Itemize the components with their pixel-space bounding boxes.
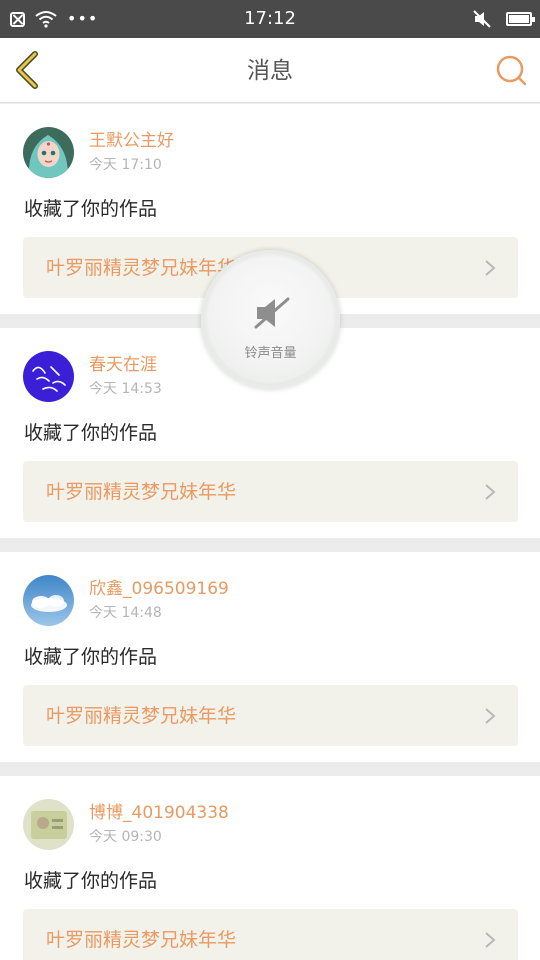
work-title: 叶罗丽精灵梦兄妹年华 xyxy=(46,705,237,727)
work-link[interactable]: 叶罗丽精灵梦兄妹年华 xyxy=(23,461,518,522)
status-time: 17:12 xyxy=(244,8,296,29)
username[interactable]: 春天在涯 xyxy=(89,355,157,375)
work-link[interactable]: 叶罗丽精灵梦兄妹年华 xyxy=(23,909,518,960)
action-text: 收藏了你的作品 xyxy=(24,870,158,892)
status-bar: ••• 17:12 xyxy=(0,0,540,38)
username[interactable]: 博博_401904338 xyxy=(89,803,229,823)
action-text: 收藏了你的作品 xyxy=(24,646,158,668)
work-title: 叶罗丽精灵梦兄妹年华 xyxy=(46,481,237,503)
timestamp: 今天 14:48 xyxy=(89,605,162,621)
avatar[interactable] xyxy=(23,351,74,402)
message-list: 王默公主好 今天 17:10 收藏了你的作品 叶罗丽精灵梦兄妹年华 春天在涯 今… xyxy=(0,104,540,960)
toast-label: 铃声音量 xyxy=(244,346,297,361)
timestamp: 今天 17:10 xyxy=(89,157,162,173)
search-icon xyxy=(496,55,527,86)
volume-toast: 铃声音量 xyxy=(201,250,340,389)
action-text: 收藏了你的作品 xyxy=(24,422,158,444)
speaker-muted-icon xyxy=(254,297,290,329)
timestamp: 今天 09:30 xyxy=(89,829,162,845)
page-title: 消息 xyxy=(247,58,293,84)
battery-icon xyxy=(506,12,535,26)
chevron-right-icon xyxy=(485,708,496,724)
work-title: 叶罗丽精灵梦兄妹年华 xyxy=(46,929,237,951)
work-title: 叶罗丽精灵梦兄妹年华 xyxy=(46,257,237,279)
timestamp: 今天 14:53 xyxy=(89,381,162,397)
chevron-right-icon xyxy=(485,484,496,500)
nav-bar: 消息 xyxy=(0,38,540,103)
username[interactable]: 欣鑫_096509169 xyxy=(89,579,229,599)
avatar[interactable] xyxy=(23,575,74,626)
chevron-right-icon xyxy=(485,260,496,276)
work-link[interactable]: 叶罗丽精灵梦兄妹年华 xyxy=(23,685,518,746)
messages-screen: ••• 17:12 消息 王默公主好 今天 17:10 收藏了你的作品 叶罗丽精… xyxy=(0,0,540,960)
avatar[interactable] xyxy=(23,127,74,178)
avatar[interactable] xyxy=(23,799,74,850)
status-bar-right xyxy=(472,8,535,30)
username[interactable]: 王默公主好 xyxy=(89,131,174,151)
search-button[interactable] xyxy=(494,53,528,87)
mute-icon xyxy=(473,10,491,28)
message-card: 欣鑫_096509169 今天 14:48 收藏了你的作品 叶罗丽精灵梦兄妹年华 xyxy=(0,552,540,762)
chevron-right-icon xyxy=(485,932,496,948)
message-card: 博博_401904338 今天 09:30 收藏了你的作品 叶罗丽精灵梦兄妹年华 xyxy=(0,776,540,960)
action-text: 收藏了你的作品 xyxy=(24,198,158,220)
